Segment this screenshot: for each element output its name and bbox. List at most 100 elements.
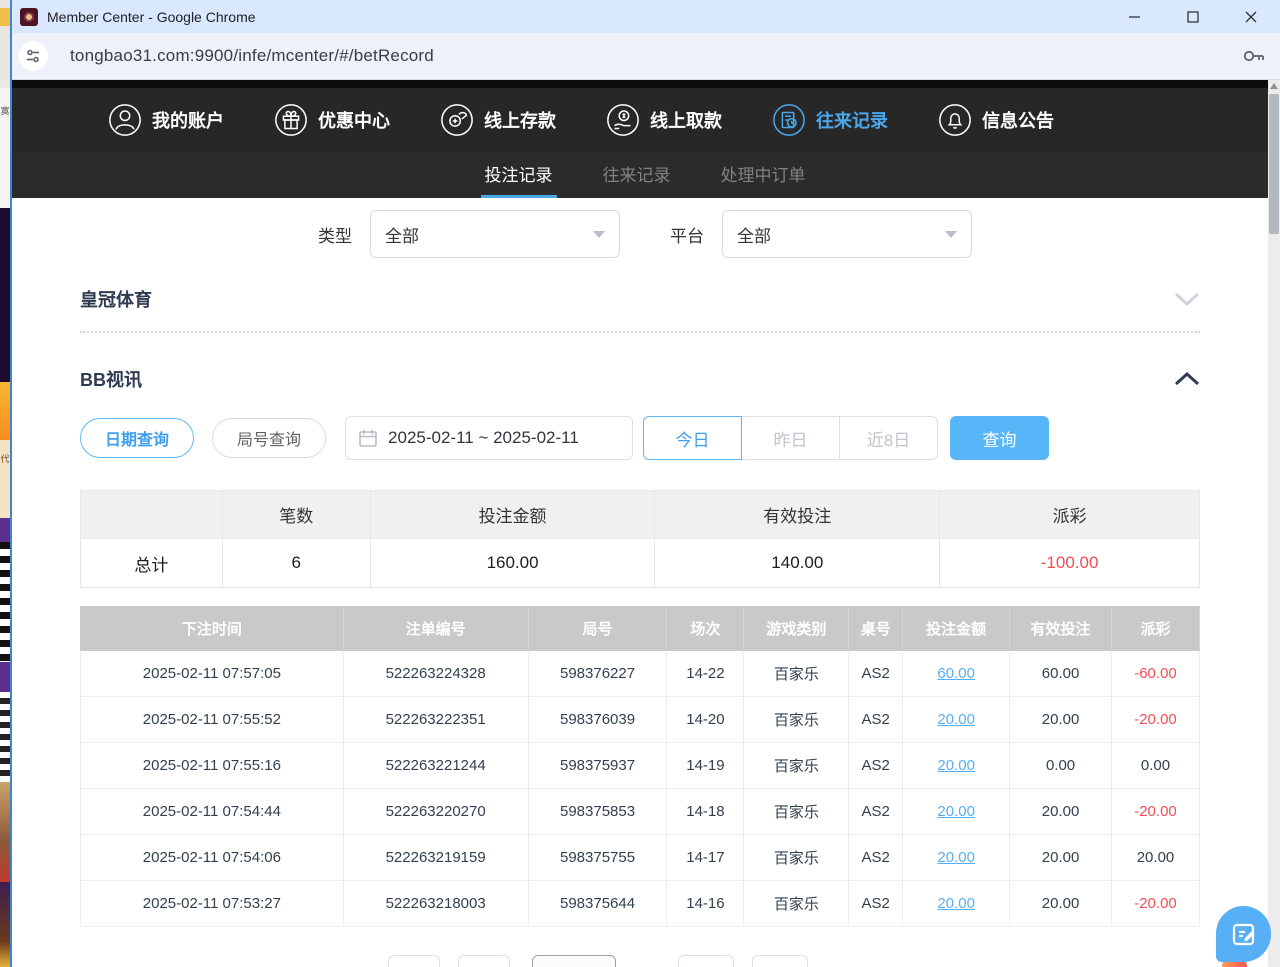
col-bet-amount: 投注金额 <box>903 607 1010 651</box>
col-round-number: 局号 <box>528 607 667 651</box>
strip-char-1: 寞 <box>0 104 10 117</box>
nav-item-announcements[interactable]: 信息公告 <box>938 103 1054 137</box>
pagination-button-partial[interactable] <box>752 955 808 967</box>
table-cell: 百家乐 <box>744 651 849 697</box>
close-icon <box>1245 11 1257 23</box>
bet-table-body: 2025-02-11 07:57:05522263224328598376227… <box>81 651 1200 927</box>
table-cell: 598375937 <box>528 743 667 789</box>
gift-icon <box>274 103 308 137</box>
tab-pending-orders[interactable]: 处理中订单 <box>717 152 810 198</box>
type-filter-select[interactable]: 全部 <box>370 210 620 258</box>
table-cell: 522263224328 <box>343 651 528 697</box>
maximize-button[interactable] <box>1164 0 1222 33</box>
table-cell[interactable]: 60.00 <box>903 651 1010 697</box>
minimize-button[interactable] <box>1106 0 1164 33</box>
record-tabs: 投注记录 往来记录 处理中订单 <box>10 152 1280 198</box>
bell-icon <box>938 103 972 137</box>
table-cell[interactable]: 20.00 <box>903 789 1010 835</box>
url-text[interactable]: tongbao31.com:9900/infe/mcenter/#/betRec… <box>70 46 434 66</box>
section-bb-video[interactable]: BB视讯 <box>80 366 1200 392</box>
platform-filter-value: 全部 <box>737 222 771 247</box>
platform-filter-select[interactable]: 全部 <box>722 210 972 258</box>
date-query-button[interactable]: 日期查询 <box>80 418 194 458</box>
table-cell: AS2 <box>849 789 903 835</box>
chevron-down-icon[interactable] <box>1174 291 1200 307</box>
summary-header-payout: 派彩 <box>940 491 1200 539</box>
last-8-days-button[interactable]: 近8日 <box>839 416 938 460</box>
tab-bet-records[interactable]: 投注记录 <box>481 152 557 198</box>
table-cell: AS2 <box>849 697 903 743</box>
summary-total-payout: -100.00 <box>940 539 1200 588</box>
pagination-button-partial[interactable] <box>678 955 734 967</box>
tab-transaction-records[interactable]: 往来记录 <box>599 152 675 198</box>
chevron-up-icon[interactable] <box>1174 371 1200 387</box>
scrollbar-thumb[interactable] <box>1269 94 1279 234</box>
page-scrollbar[interactable] <box>1268 80 1280 967</box>
type-filter-value: 全部 <box>385 222 419 247</box>
table-row: 2025-02-11 07:57:05522263224328598376227… <box>81 651 1200 697</box>
pagination-button-partial[interactable] <box>388 955 440 967</box>
search-button[interactable]: 查询 <box>950 416 1049 460</box>
customer-service-button[interactable] <box>1216 906 1271 962</box>
table-cell: 522263218003 <box>343 881 528 927</box>
col-bet-time: 下注时间 <box>81 607 344 651</box>
section-crown-sports[interactable]: 皇冠体育 <box>80 286 1200 312</box>
table-row: 2025-02-11 07:55:16522263221244598375937… <box>81 743 1200 789</box>
table-row: 2025-02-11 07:53:27522263218003598375644… <box>81 881 1200 927</box>
yesterday-button[interactable]: 昨日 <box>741 416 840 460</box>
screen: 寞 代 Member Center - Google Chrome <box>0 0 1280 967</box>
table-row: 2025-02-11 07:54:44522263220270598375853… <box>81 789 1200 835</box>
deposit-icon <box>440 103 474 137</box>
table-cell: 百家乐 <box>744 697 849 743</box>
pagination-input-partial[interactable] <box>532 955 616 967</box>
summary-total-valid-bet: 140.00 <box>655 539 940 588</box>
nav-label: 我的账户 <box>152 107 224 133</box>
window-title: Member Center - Google Chrome <box>47 9 256 25</box>
summary-header-valid-bet: 有效投注 <box>655 491 940 539</box>
nav-item-transaction-records[interactable]: 往来记录 <box>772 103 888 137</box>
platform-filter-label: 平台 <box>670 222 704 247</box>
date-range-input[interactable]: 2025-02-11 ~ 2025-02-11 <box>345 416 633 460</box>
table-cell[interactable]: 20.00 <box>903 697 1010 743</box>
col-game-type: 游戏类别 <box>744 607 849 651</box>
table-cell: 2025-02-11 07:55:52 <box>81 697 344 743</box>
section-title: BB视讯 <box>80 366 142 392</box>
maximize-icon <box>1187 11 1199 23</box>
chevron-down-icon <box>945 231 957 238</box>
user-icon <box>108 103 142 137</box>
summary-header-row: 笔数 投注金额 有效投注 派彩 <box>81 491 1200 539</box>
table-cell: 522263222351 <box>343 697 528 743</box>
table-cell: 14-20 <box>667 697 744 743</box>
table-cell: AS2 <box>849 743 903 789</box>
nav-item-online-withdraw[interactable]: 线上取款 <box>606 103 722 137</box>
section-title: 皇冠体育 <box>80 286 152 312</box>
table-cell: 2025-02-11 07:54:44 <box>81 789 344 835</box>
browser-address-bar[interactable]: tongbao31.com:9900/infe/mcenter/#/betRec… <box>10 33 1280 80</box>
pagination-button-partial[interactable] <box>458 955 510 967</box>
quick-date-group: 今日 昨日 近8日 <box>643 416 938 460</box>
password-key-icon[interactable] <box>1242 47 1266 65</box>
table-cell: 百家乐 <box>744 881 849 927</box>
table-cell: 598376227 <box>528 651 667 697</box>
table-cell[interactable]: 20.00 <box>903 835 1010 881</box>
nav-label: 线上取款 <box>650 107 722 133</box>
nav-item-online-deposit[interactable]: 线上存款 <box>440 103 556 137</box>
table-cell[interactable]: 20.00 <box>903 743 1010 789</box>
table-cell: 20.00 <box>1010 835 1112 881</box>
table-cell: 2025-02-11 07:55:16 <box>81 743 344 789</box>
table-cell: 14-22 <box>667 651 744 697</box>
table-cell: 522263219159 <box>343 835 528 881</box>
table-cell: 14-19 <box>667 743 744 789</box>
table-cell: 0.00 <box>1010 743 1112 789</box>
table-cell: 20.00 <box>1010 697 1112 743</box>
withdraw-icon <box>606 103 640 137</box>
site-settings-icon[interactable] <box>18 41 48 71</box>
nav-item-promotions[interactable]: 优惠中心 <box>274 103 390 137</box>
col-valid-bet: 有效投注 <box>1010 607 1112 651</box>
round-query-button[interactable]: 局号查询 <box>212 418 326 458</box>
table-cell[interactable]: 20.00 <box>903 881 1010 927</box>
nav-item-my-account[interactable]: 我的账户 <box>108 103 224 137</box>
close-button[interactable] <box>1222 0 1280 33</box>
scroll-up-arrow-icon[interactable] <box>1270 83 1278 89</box>
today-button[interactable]: 今日 <box>643 416 742 460</box>
